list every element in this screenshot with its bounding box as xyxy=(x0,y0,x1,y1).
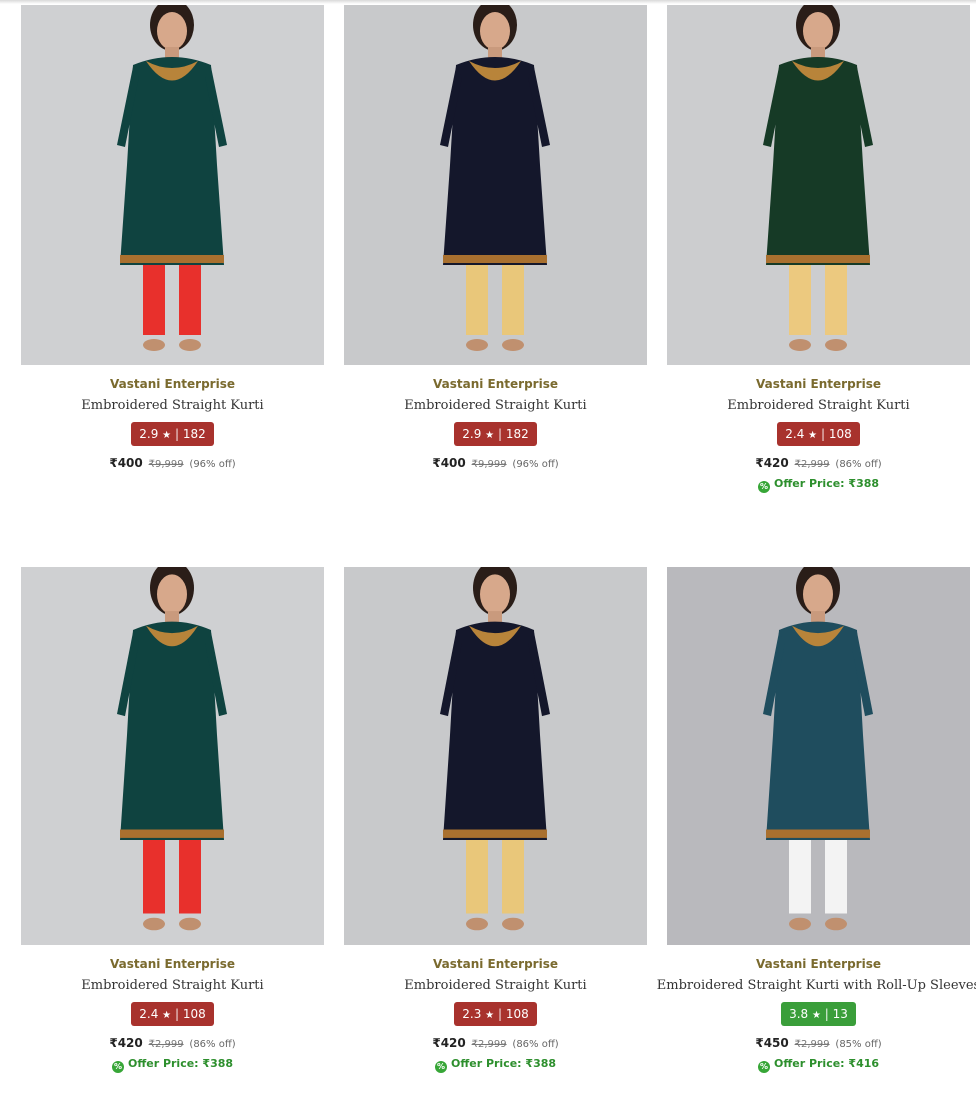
offer-tag-icon: % xyxy=(757,481,770,493)
discount-percent: (96% off) xyxy=(512,459,559,470)
price-row: ₹420 ₹2,999 (86% off) xyxy=(332,1035,659,1051)
rating-value: 2.4 xyxy=(785,427,805,441)
selling-price: ₹420 xyxy=(755,456,789,470)
brand-name[interactable]: Vastani Enterprise xyxy=(9,376,336,392)
selling-price: ₹450 xyxy=(755,1036,789,1050)
product-image[interactable] xyxy=(667,5,970,365)
mrp-price: ₹2,999 xyxy=(794,459,830,470)
price-row: ₹400 ₹9,999 (96% off) xyxy=(9,455,336,471)
rating-badge: 2.3 ★ | 108 xyxy=(454,1002,537,1026)
offer-price: Offer Price: ₹388 xyxy=(127,1057,234,1070)
mrp-price: ₹9,999 xyxy=(471,459,507,470)
rating-separator: | xyxy=(497,427,503,441)
rating-separator: | xyxy=(497,1007,503,1021)
offer-price-row: % Offer Price: ₹416 xyxy=(655,1056,976,1073)
product-photo xyxy=(21,5,324,365)
product-image[interactable] xyxy=(344,5,647,365)
rating-count: 108 xyxy=(182,1007,206,1021)
rating-count: 108 xyxy=(505,1007,529,1021)
product-info: Vastani Enterprise Embroidered Straight … xyxy=(655,956,976,1073)
product-title[interactable]: Embroidered Straight Kurti with Roll-Up … xyxy=(655,977,976,995)
rating-badge: 2.9 ★ | 182 xyxy=(454,422,537,446)
product-photo xyxy=(344,5,647,365)
rating-value: 2.3 xyxy=(462,1007,482,1021)
product-title[interactable]: Embroidered Straight Kurti xyxy=(332,397,659,415)
product-image[interactable] xyxy=(667,567,970,945)
product-info: Vastani Enterprise Embroidered Straight … xyxy=(332,376,659,471)
selling-price: ₹400 xyxy=(432,456,466,470)
product-title[interactable]: Embroidered Straight Kurti xyxy=(9,397,336,415)
product-title[interactable]: Embroidered Straight Kurti xyxy=(9,977,336,995)
star-icon: ★ xyxy=(485,1010,495,1021)
product-title[interactable]: Embroidered Straight Kurti xyxy=(655,397,976,415)
price-row: ₹420 ₹2,999 (86% off) xyxy=(9,1035,336,1051)
offer-price-row: % Offer Price: ₹388 xyxy=(332,1056,659,1073)
product-photo xyxy=(667,5,970,365)
offer-price-row: % Offer Price: ₹388 xyxy=(655,476,976,493)
selling-price: ₹420 xyxy=(109,1036,143,1050)
price-row: ₹420 ₹2,999 (86% off) xyxy=(655,455,976,471)
discount-percent: (96% off) xyxy=(189,459,236,470)
product-info: Vastani Enterprise Embroidered Straight … xyxy=(655,376,976,493)
mrp-price: ₹2,999 xyxy=(794,1039,830,1050)
price-row: ₹450 ₹2,999 (85% off) xyxy=(655,1035,976,1051)
product-image[interactable] xyxy=(344,567,647,945)
rating-separator: | xyxy=(824,1007,829,1021)
offer-price: Offer Price: ₹388 xyxy=(450,1057,557,1070)
selling-price: ₹420 xyxy=(432,1036,466,1050)
price-row: ₹400 ₹9,999 (96% off) xyxy=(332,455,659,471)
offer-price: Offer Price: ₹388 xyxy=(773,477,880,490)
star-icon: ★ xyxy=(811,1010,821,1021)
rating-badge: 3.8 ★ | 13 xyxy=(781,1002,856,1026)
offer-tag-icon: % xyxy=(111,1061,124,1073)
offer-tag-icon: % xyxy=(434,1061,447,1073)
star-icon: ★ xyxy=(485,430,495,441)
offer-price: Offer Price: ₹416 xyxy=(773,1057,880,1070)
mrp-price: ₹9,999 xyxy=(148,459,184,470)
product-title[interactable]: Embroidered Straight Kurti xyxy=(332,977,659,995)
rating-count: 108 xyxy=(828,427,852,441)
brand-name[interactable]: Vastani Enterprise xyxy=(655,376,976,392)
product-photo xyxy=(667,567,970,945)
product-info: Vastani Enterprise Embroidered Straight … xyxy=(9,956,336,1073)
star-icon: ★ xyxy=(162,430,172,441)
rating-count: 13 xyxy=(832,1007,848,1021)
rating-separator: | xyxy=(820,427,826,441)
product-photo xyxy=(21,567,324,945)
offer-tag-icon: % xyxy=(757,1061,770,1073)
rating-value: 2.4 xyxy=(139,1007,159,1021)
product-image[interactable] xyxy=(21,567,324,945)
rating-badge: 2.9 ★ | 182 xyxy=(131,422,214,446)
product-info: Vastani Enterprise Embroidered Straight … xyxy=(332,956,659,1073)
rating-count: 182 xyxy=(182,427,206,441)
mrp-price: ₹2,999 xyxy=(148,1039,184,1050)
rating-value: 3.8 xyxy=(789,1007,809,1021)
discount-percent: (86% off) xyxy=(189,1039,236,1050)
rating-count: 182 xyxy=(505,427,529,441)
product-grid: Vastani Enterprise Embroidered Straight … xyxy=(0,0,976,1107)
rating-separator: | xyxy=(174,427,180,441)
rating-separator: | xyxy=(174,1007,180,1021)
product-info: Vastani Enterprise Embroidered Straight … xyxy=(9,376,336,471)
product-photo xyxy=(344,567,647,945)
mrp-price: ₹2,999 xyxy=(471,1039,507,1050)
discount-percent: (86% off) xyxy=(512,1039,559,1050)
star-icon: ★ xyxy=(162,1010,172,1021)
brand-name[interactable]: Vastani Enterprise xyxy=(9,956,336,972)
star-icon: ★ xyxy=(808,430,818,441)
rating-value: 2.9 xyxy=(139,427,159,441)
brand-name[interactable]: Vastani Enterprise xyxy=(332,956,659,972)
rating-badge: 2.4 ★ | 108 xyxy=(777,422,860,446)
offer-price-row: % Offer Price: ₹388 xyxy=(9,1056,336,1073)
selling-price: ₹400 xyxy=(109,456,143,470)
product-image[interactable] xyxy=(21,5,324,365)
brand-name[interactable]: Vastani Enterprise xyxy=(332,376,659,392)
discount-percent: (85% off) xyxy=(835,1039,882,1050)
discount-percent: (86% off) xyxy=(835,459,882,470)
rating-badge: 2.4 ★ | 108 xyxy=(131,1002,214,1026)
rating-value: 2.9 xyxy=(462,427,482,441)
brand-name[interactable]: Vastani Enterprise xyxy=(655,956,976,972)
